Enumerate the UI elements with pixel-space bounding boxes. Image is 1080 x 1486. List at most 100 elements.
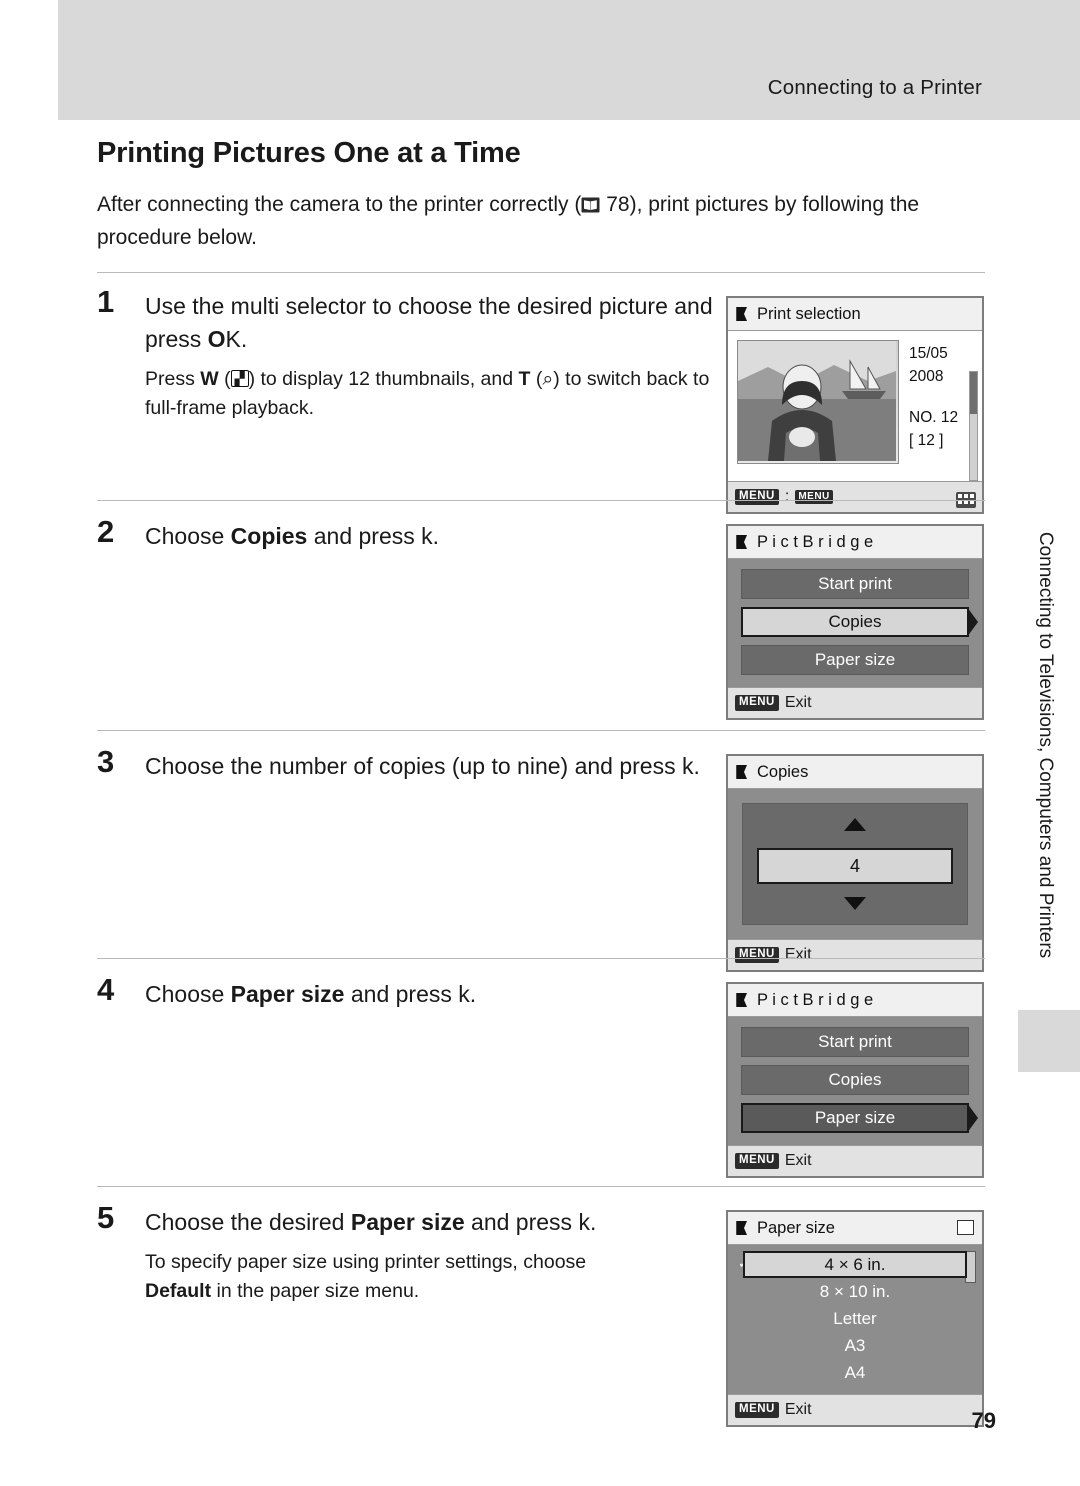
screen-paper-size-body: ✓ 4 × 6 in. 8 × 10 in. Letter A3 A4 [728, 1245, 982, 1394]
step-5-headline: Choose the desired Paper size and press … [145, 1206, 737, 1239]
menu-badge-icon[interactable]: MENU [735, 489, 779, 505]
copies-value[interactable]: 4 [757, 848, 953, 884]
step-1: 1 Use the multi selector to choose the d… [97, 284, 737, 423]
step-2-headline-a: Choose [145, 523, 231, 549]
decrement-arrow-icon[interactable] [844, 897, 866, 910]
screen-print-selection-titlebar: Print selection [728, 298, 982, 331]
step-5-number: 5 [97, 1200, 115, 1235]
step-1-headline-period: K. [225, 326, 248, 352]
page-header-title: Connecting to a Printer [767, 76, 982, 99]
list-view-icon [957, 1220, 974, 1235]
screen-paper-size-title: Paper size [757, 1218, 835, 1237]
screen-print-selection-body: 15/05 2008 NO. 12 [ 12 ] [728, 331, 982, 481]
photo-thumbnail [737, 340, 899, 464]
step-3-number: 3 [97, 744, 115, 779]
scrollbar[interactable] [969, 371, 978, 481]
menu-item-paper-size[interactable]: Paper size [741, 645, 969, 675]
screen-pictbridge-paper-footer: MENU Exit [728, 1145, 982, 1176]
intro-text-before: After connecting the camera to the print… [97, 193, 582, 216]
screen-copies: Copies 4 MENU Exit [726, 754, 984, 972]
screen-pictbridge-paper-titlebar: P i c t B r i d g e [728, 984, 982, 1017]
menu-badge-icon[interactable]: MENU [735, 695, 779, 711]
step-1-headline: Use the multi selector to choose the des… [145, 290, 737, 356]
step-1-sub-d: ( [530, 368, 543, 390]
divider-1 [97, 272, 985, 273]
screen-pictbridge-copies-titlebar: P i c t B r i d g e [728, 526, 982, 559]
header-band [0, 0, 1080, 120]
step-2-headline-bold: Copies [230, 523, 308, 549]
menu-item-start-print[interactable]: Start print [741, 569, 969, 599]
step-4-headline-bold: Paper size [230, 981, 345, 1007]
screen-pictbridge-paper: P i c t B r i d g e Start print Copies P… [726, 982, 984, 1178]
menu-item-paper-size[interactable]: Paper size [741, 1103, 978, 1133]
page-title: Printing Pictures One at a Time [97, 137, 521, 169]
paper-size-option-1[interactable]: 8 × 10 in. [743, 1278, 967, 1305]
divider-2 [97, 500, 985, 501]
step-3-headline: Choose the number of copies (up to nine)… [145, 753, 700, 779]
screen-pictbridge-copies-body: Start print Copies Paper size [728, 559, 982, 687]
step-4-number: 4 [97, 972, 115, 1007]
footer-separator: : [784, 488, 790, 505]
pictbridge-flag-icon [735, 1220, 750, 1236]
step-5-headline-bold: Paper size [350, 1209, 465, 1235]
print-menu-badge-icon[interactable]: MENU [795, 490, 833, 504]
screen-paper-size-footer: MENU Exit [728, 1394, 982, 1425]
step-1-subtext: Press W ( ▞) to display 12 thumbnails, an… [145, 365, 737, 423]
menu-badge-icon[interactable]: MENU [735, 947, 779, 963]
paper-size-option-3[interactable]: A3 [743, 1332, 967, 1359]
manual-page: Connecting to a Printer Connecting to Te… [0, 0, 1080, 1486]
screen-print-selection-title: Print selection [757, 304, 861, 323]
step-2-headline: Choose Copies and press k. [145, 520, 737, 553]
intro-paragraph: After connecting the camera to the print… [97, 188, 957, 254]
step-2-number: 2 [97, 514, 115, 549]
book-reference-icon [581, 190, 600, 213]
page-number: 79 [971, 1408, 996, 1433]
screen-copies-body: 4 [728, 789, 982, 939]
increment-arrow-icon[interactable] [844, 818, 866, 831]
step-3: 3 Choose the number of copies (up to nin… [97, 744, 737, 783]
section-side-tab-label: Connecting to Televisions, Computers and… [1035, 531, 1056, 959]
paper-size-option-4[interactable]: A4 [743, 1359, 967, 1386]
screen-pictbridge-copies: P i c t B r i d g e Start print Copies P… [726, 524, 984, 720]
section-side-tab: Connecting to Televisions, Computers and… [1028, 505, 1062, 985]
pictbridge-flag-icon [735, 306, 750, 322]
thumbnail-zoom-icon: ▞ [230, 370, 249, 387]
copies-panel: 4 [742, 803, 968, 925]
step-4-headline-a: Choose [145, 981, 231, 1007]
step-5-sub-b: in the paper size menu. [211, 1280, 420, 1302]
photo-date-day: 15/05 [909, 345, 948, 362]
wide-zoom-label: W [200, 368, 219, 390]
step-5-subtext: To specify paper size using printer sett… [145, 1248, 737, 1306]
pictbridge-flag-icon [735, 764, 750, 780]
screen-print-selection: Print selection 15/05 2008 NO. 12 [12]… [726, 296, 984, 514]
screen-paper-size-titlebar: Paper size [728, 1212, 982, 1245]
menu-item-copies[interactable]: Copies [741, 607, 978, 637]
step-5: 5 Choose the desired Paper size and pres… [97, 1200, 737, 1306]
menu-item-copies[interactable]: Copies [741, 1065, 969, 1095]
screen-copies-titlebar: Copies [728, 756, 982, 789]
step-4-headline: Choose Paper size and press k. [145, 978, 737, 1011]
menu-badge-icon[interactable]: MENU [735, 1153, 779, 1169]
screen-pictbridge-paper-body: Start print Copies Paper size [728, 1017, 982, 1145]
screen-copies-title: Copies [757, 762, 809, 781]
step-2-headline-b: and press k. [307, 523, 440, 549]
exit-label: Exit [784, 1401, 812, 1418]
step-2: 2 Choose Copies and press k. [97, 514, 737, 553]
screen-copies-footer: MENU Exit [728, 939, 982, 970]
menu-item-start-print[interactable]: Start print [741, 1027, 969, 1057]
pictbridge-flag-icon [735, 992, 750, 1008]
pictbridge-flag-icon [735, 534, 750, 550]
magnify-icon: ⌕ [542, 368, 554, 390]
intro-reference-page: 78 [606, 193, 630, 216]
header-band-margin [0, 0, 58, 120]
screen-pictbridge-copies-footer: MENU Exit [728, 687, 982, 718]
step-1-sub-a: Press [145, 368, 201, 390]
paper-size-option-2[interactable]: Letter [743, 1305, 967, 1332]
step-1-sub-c: ) to display 12 thumbnails, and [248, 368, 519, 390]
tele-zoom-label: T [518, 368, 531, 390]
ok-button-glyph: O [207, 326, 226, 352]
divider-4 [97, 958, 985, 959]
paper-size-option-0[interactable]: 4 × 6 in. [743, 1251, 967, 1278]
screen-pictbridge-paper-title: P i c t B r i d g e [757, 990, 874, 1009]
menu-badge-icon[interactable]: MENU [735, 1402, 779, 1418]
